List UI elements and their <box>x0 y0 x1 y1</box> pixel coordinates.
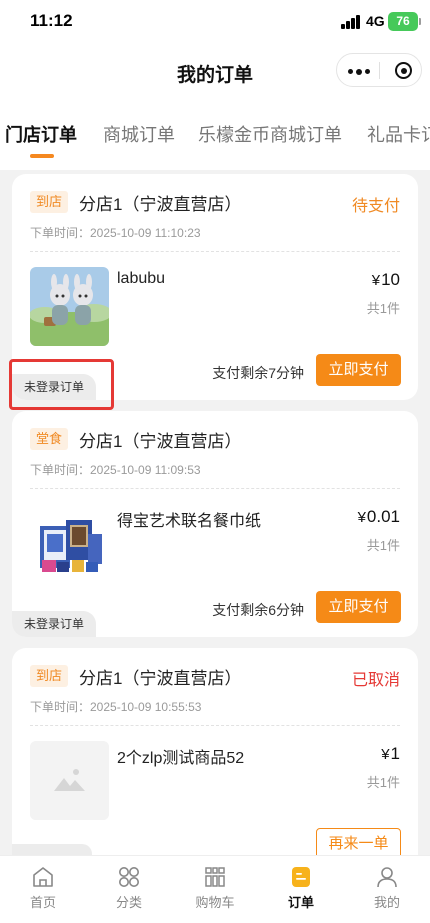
tab-store-orders[interactable]: 门店订单 <box>5 121 77 147</box>
nav-category[interactable]: 分类 <box>86 856 172 923</box>
order-status: 待支付 <box>351 198 400 215</box>
tab-mall-orders[interactable]: 商城订单 <box>103 121 175 147</box>
profile-icon <box>377 867 397 888</box>
nav-cart[interactable]: 购物车 <box>172 856 258 923</box>
nav-orders-label: 订单 <box>287 895 314 910</box>
product-name: 2个zlp测试商品52 <box>117 750 245 767</box>
item-count: 共1件 <box>366 538 400 553</box>
nav-category-label: 分类 <box>115 895 142 910</box>
item-count: 共1件 <box>366 775 400 790</box>
order-time: 下单时间：2025-10-09 11:09:53 <box>30 463 201 477</box>
divider <box>30 725 400 726</box>
currency-symbol: ¥ <box>357 509 366 526</box>
battery-icon: 76 <box>388 12 421 31</box>
more-icon[interactable] <box>348 68 370 75</box>
guest-order-badge: 未登录订单 <box>12 611 96 637</box>
nav-bar: 我的订单 <box>0 44 430 100</box>
order-time: 下单时间：2025-10-09 10:55:53 <box>30 700 202 714</box>
order-card[interactable]: 到店 分店1（宁波直营店） 已取消 下单时间：2025-10-09 10:55:… <box>12 648 418 874</box>
pay-now-button[interactable]: 立即支付 <box>316 354 401 386</box>
capsule-divider <box>379 62 380 79</box>
product-image[interactable] <box>30 267 109 346</box>
item-count: 共1件 <box>366 301 400 316</box>
price-value: 10 <box>381 270 400 289</box>
order-card[interactable]: 堂食 分店1（宁波直营店） 下单时间：2025-10-09 11:09:53 得… <box>12 411 418 637</box>
payment-countdown: 支付剩余7分钟 <box>212 365 304 381</box>
price-value: 0.01 <box>366 507 400 526</box>
bottom-tab-bar: 首页 分类 购物车 订单 我的 <box>0 855 430 923</box>
close-miniprogram-icon[interactable] <box>395 62 412 79</box>
nav-profile[interactable]: 我的 <box>344 856 430 923</box>
nav-cart-label: 购物车 <box>195 895 235 910</box>
pay-now-button[interactable]: 立即支付 <box>316 591 401 623</box>
currency-symbol: ¥ <box>381 746 390 763</box>
divider <box>30 488 400 489</box>
order-type-tag: 堂食 <box>30 428 69 450</box>
nav-orders[interactable]: 订单 <box>258 856 344 923</box>
product-image[interactable] <box>30 504 109 583</box>
product-price: ¥0.01 <box>358 507 400 527</box>
product-name: labubu <box>117 270 166 287</box>
product-price: ¥10 <box>372 270 400 290</box>
payment-countdown: 支付剩余6分钟 <box>212 602 304 618</box>
divider <box>30 251 400 252</box>
network-label: 4G <box>366 13 385 29</box>
cart-icon <box>205 867 225 887</box>
tab-gift-card-orders[interactable]: 礼品卡订 <box>367 121 430 147</box>
highlight-annotation <box>9 359 114 410</box>
signal-icon <box>341 15 361 29</box>
order-icon <box>292 867 310 887</box>
category-icon <box>119 867 139 887</box>
nav-profile-label: 我的 <box>373 895 400 910</box>
store-name: 分店1（宁波直营店） <box>79 432 242 451</box>
status-time: 11:12 <box>30 11 73 30</box>
order-type-tabs: 门店订单 商城订单 乐檬金币商城订单 礼品卡订 <box>0 112 430 164</box>
order-type-tag: 到店 <box>30 191 69 213</box>
product-price: ¥1 <box>381 744 400 764</box>
store-name: 分店1（宁波直营店） <box>79 195 242 214</box>
product-name: 得宝艺术联名餐巾纸 <box>117 513 262 530</box>
home-icon <box>33 867 53 887</box>
tab-indicator <box>30 154 54 158</box>
tab-coin-mall-orders[interactable]: 乐檬金币商城订单 <box>198 121 342 147</box>
price-value: 1 <box>390 744 400 763</box>
mini-program-capsule <box>336 53 422 87</box>
order-type-tag: 到店 <box>30 665 69 687</box>
nav-home[interactable]: 首页 <box>0 856 86 923</box>
order-time: 下单时间：2025-10-09 11:10:23 <box>30 226 201 240</box>
store-name: 分店1（宁波直营店） <box>79 669 242 688</box>
order-status: 已取消 <box>351 672 400 689</box>
nav-home-label: 首页 <box>29 895 56 910</box>
currency-symbol: ¥ <box>371 272 381 289</box>
image-placeholder-icon[interactable] <box>30 741 109 820</box>
status-bar: 11:12 4G 76 <box>0 0 430 44</box>
